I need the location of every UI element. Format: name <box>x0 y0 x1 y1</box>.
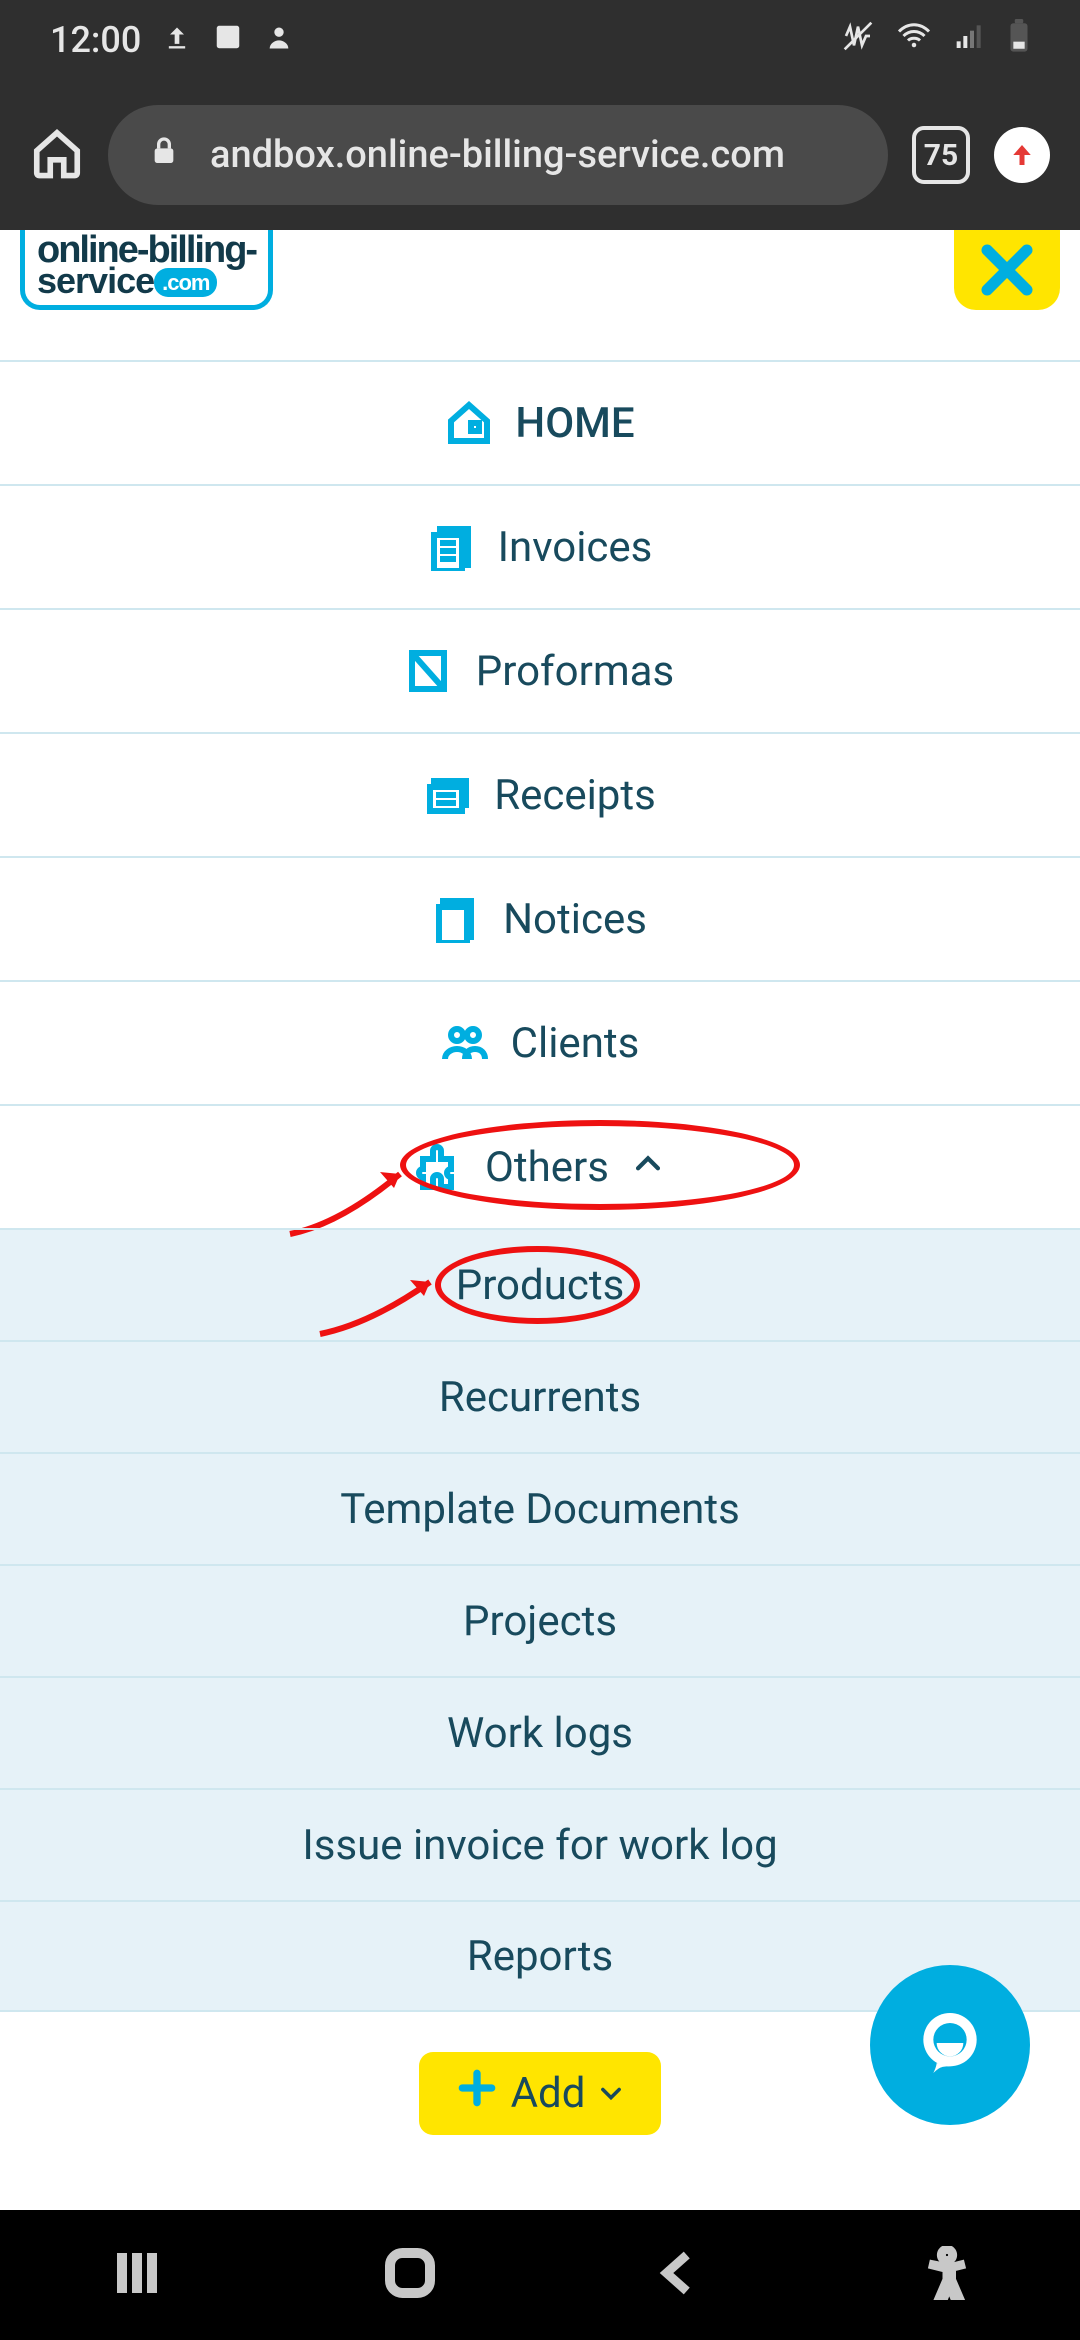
browser-address-bar[interactable]: andbox.online-billing-service.com <box>108 105 888 205</box>
sub-template-documents-label: Template Documents <box>340 1485 740 1534</box>
sub-reports-label: Reports <box>467 1932 613 1981</box>
sub-projects-label: Projects <box>463 1597 617 1646</box>
chevron-up-icon <box>631 1143 665 1192</box>
sub-work-logs[interactable]: Work logs <box>0 1676 1080 1788</box>
sub-template-documents[interactable]: Template Documents <box>0 1452 1080 1564</box>
browser-url: andbox.online-billing-service.com <box>210 133 785 177</box>
chat-fab[interactable] <box>870 1965 1030 2125</box>
notices-icon <box>433 895 481 943</box>
clients-icon <box>441 1019 489 1067</box>
android-home-icon[interactable] <box>380 2243 440 2307</box>
android-status-bar: 12:00 <box>0 0 1080 80</box>
nav-invoices[interactable]: Invoices <box>0 484 1080 608</box>
nav-others-label: Others <box>485 1143 609 1192</box>
page-content: online-billing- service.com HOME Invoice… <box>0 230 1080 2185</box>
nav-notices[interactable]: Notices <box>0 856 1080 980</box>
sub-work-logs-label: Work logs <box>447 1709 633 1758</box>
plus-icon <box>455 2066 499 2121</box>
invoices-icon <box>428 523 476 571</box>
proformas-icon <box>406 647 454 695</box>
sub-projects[interactable]: Projects <box>0 1564 1080 1676</box>
puzzle-icon <box>415 1143 463 1191</box>
lock-icon <box>148 133 180 177</box>
nav-proformas[interactable]: Proformas <box>0 608 1080 732</box>
nav-others[interactable]: Others <box>0 1104 1080 1228</box>
nav-notices-label: Notices <box>503 895 647 944</box>
status-time: 12:00 <box>50 19 141 61</box>
browser-tab-count[interactable]: 75 <box>912 126 970 184</box>
sub-recurrents-label: Recurrents <box>439 1373 641 1422</box>
home-icon <box>445 399 493 447</box>
sub-issue-invoice-worklog-label: Issue invoice for work log <box>302 1821 777 1870</box>
android-back-icon[interactable] <box>653 2246 707 2304</box>
signal-status-icon <box>954 19 986 61</box>
nav-receipts[interactable]: Receipts <box>0 732 1080 856</box>
android-nav-bar <box>0 2210 1080 2340</box>
upload-status-icon <box>163 19 191 61</box>
annotation-arrow-products <box>310 1264 450 1344</box>
nav-home-label: HOME <box>515 399 634 448</box>
battery-status-icon <box>1008 19 1030 62</box>
wifi-status-icon <box>896 18 932 63</box>
sub-products-label: Products <box>456 1261 625 1310</box>
nav-home[interactable]: HOME <box>0 360 1080 484</box>
chevron-down-icon <box>597 2069 625 2118</box>
receipts-icon <box>424 771 472 819</box>
vibrate-status-icon <box>842 19 874 61</box>
chat-icon <box>910 2003 990 2087</box>
logo-line2: service <box>37 260 154 301</box>
add-button[interactable]: Add <box>419 2052 662 2135</box>
android-accessibility-icon[interactable] <box>920 2246 974 2304</box>
sub-recurrents[interactable]: Recurrents <box>0 1340 1080 1452</box>
nav-clients-label: Clients <box>511 1019 640 1068</box>
nav-clients[interactable]: Clients <box>0 980 1080 1104</box>
logo-dotcom: .com <box>154 268 217 297</box>
nav-receipts-label: Receipts <box>494 771 656 820</box>
nav-proformas-label: Proformas <box>476 647 674 696</box>
nav-invoices-label: Invoices <box>498 523 653 572</box>
person-status-icon <box>265 19 293 61</box>
browser-toolbar: andbox.online-billing-service.com 75 <box>0 80 1080 230</box>
gallery-status-icon <box>213 19 243 61</box>
add-button-label: Add <box>511 2069 586 2118</box>
main-menu: HOME Invoices Proformas Receipts Notices <box>0 360 1080 2012</box>
android-recents-icon[interactable] <box>107 2243 167 2307</box>
browser-update-icon[interactable] <box>994 127 1050 183</box>
sub-products[interactable]: Products <box>0 1228 1080 1340</box>
sub-issue-invoice-worklog[interactable]: Issue invoice for work log <box>0 1788 1080 1900</box>
browser-home-icon[interactable] <box>30 126 84 184</box>
close-menu-button[interactable] <box>954 230 1060 310</box>
others-submenu: Products Recurrents Template Documents P… <box>0 1228 1080 2012</box>
site-logo[interactable]: online-billing- service.com <box>20 230 273 310</box>
